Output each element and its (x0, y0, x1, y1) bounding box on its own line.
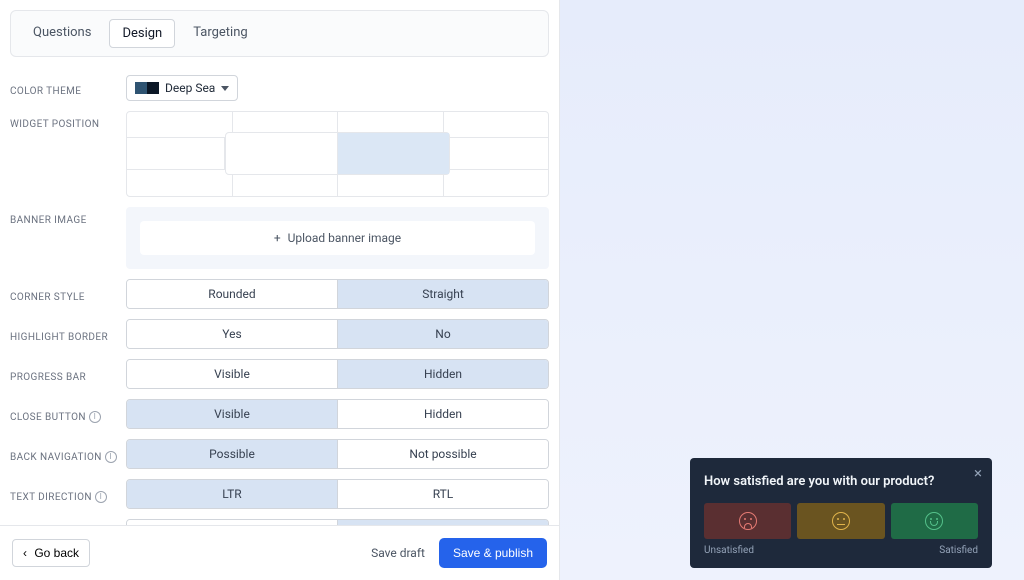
color-theme-select[interactable]: Deep Sea (126, 75, 238, 101)
close-icon[interactable]: × (974, 466, 982, 481)
tab-design[interactable]: Design (109, 19, 175, 48)
happy-face-icon (925, 512, 943, 530)
back-possible[interactable]: Possible (127, 440, 337, 468)
swatch-icon (147, 82, 159, 94)
text-rtl[interactable]: RTL (337, 480, 548, 508)
info-icon[interactable]: i (105, 451, 117, 463)
corner-style-toggle: Rounded Straight (126, 279, 549, 309)
corner-straight[interactable]: Straight (337, 280, 548, 308)
label-back-nav: BACK NAVIGATIONi (10, 444, 126, 465)
progress-hidden[interactable]: Hidden (337, 360, 548, 388)
position-center-group (225, 132, 450, 175)
tabs-bar: Questions Design Targeting (0, 0, 559, 57)
chevron-down-icon (221, 86, 229, 91)
survey-widget: × How satisfied are you with our product… (690, 458, 992, 568)
sad-face-icon (739, 512, 757, 530)
survey-options (704, 503, 978, 539)
position-cell[interactable] (450, 138, 548, 169)
close-button-toggle: Visible Hidden (126, 399, 549, 429)
tab-targeting[interactable]: Targeting (181, 19, 259, 48)
label-close-button: CLOSE BUTTONi (10, 404, 126, 425)
settings-panel: Questions Design Targeting COLOR THEME D… (0, 0, 560, 580)
label-highlight-border: HIGHLIGHT BORDER (10, 324, 126, 345)
close-hidden[interactable]: Hidden (337, 400, 548, 428)
plus-icon: + (274, 231, 281, 245)
close-visible[interactable]: Visible (127, 400, 337, 428)
go-back-label: Go back (34, 546, 79, 560)
label-text-direction: TEXT DIRECTIONi (10, 484, 126, 505)
tabs: Questions Design Targeting (10, 10, 549, 57)
text-ltr[interactable]: LTR (127, 480, 337, 508)
highlight-yes[interactable]: Yes (127, 320, 337, 348)
rating-unsatisfied[interactable] (704, 503, 791, 539)
text-direction-toggle: LTR RTL (126, 479, 549, 509)
widget-position-grid (126, 111, 549, 197)
preview-pane: × How satisfied are you with our product… (560, 0, 1024, 580)
neutral-face-icon (832, 512, 850, 530)
corner-rounded[interactable]: Rounded (127, 280, 337, 308)
position-cell[interactable] (127, 112, 233, 138)
progress-visible[interactable]: Visible (127, 360, 337, 388)
label-progress-bar: PROGRESS BAR (10, 364, 126, 385)
label-corner-style: CORNER STYLE (10, 284, 126, 305)
settings-scroll[interactable]: COLOR THEME Deep Sea WIDGET POSITION (0, 57, 559, 525)
survey-question: How satisfied are you with our product? (704, 474, 978, 489)
position-cell-selected[interactable] (338, 133, 449, 174)
position-cell[interactable] (444, 170, 549, 196)
highlight-no[interactable]: No (337, 320, 548, 348)
info-icon[interactable]: i (95, 491, 107, 503)
info-icon[interactable]: i (89, 411, 101, 423)
rating-neutral[interactable] (797, 503, 884, 539)
back-nav-toggle: Possible Not possible (126, 439, 549, 469)
tab-questions[interactable]: Questions (21, 19, 103, 48)
position-cell[interactable] (127, 170, 233, 196)
back-not-possible[interactable]: Not possible (337, 440, 548, 468)
position-cell[interactable] (127, 138, 225, 169)
chevron-left-icon: ‹ (23, 546, 27, 560)
label-banner-image: BANNER IMAGE (10, 207, 126, 228)
position-cell[interactable] (444, 112, 549, 138)
label-color-theme: COLOR THEME (10, 78, 126, 99)
label-widget-position: WIDGET POSITION (10, 111, 126, 132)
position-cell[interactable] (226, 133, 338, 174)
label-low: Unsatisfied (704, 545, 754, 556)
footer: ‹ Go back Save draft Save & publish (0, 525, 559, 580)
go-back-button[interactable]: ‹ Go back (12, 539, 90, 567)
swatch-icon (135, 82, 147, 94)
rating-satisfied[interactable] (891, 503, 978, 539)
upload-banner-button[interactable]: + Upload banner image (140, 221, 535, 255)
label-high: Satisfied (939, 545, 978, 556)
banner-upload-area: + Upload banner image (126, 207, 549, 269)
color-theme-value: Deep Sea (165, 81, 215, 95)
highlight-border-toggle: Yes No (126, 319, 549, 349)
progress-bar-toggle: Visible Hidden (126, 359, 549, 389)
upload-banner-label: Upload banner image (288, 231, 402, 245)
save-draft-button[interactable]: Save draft (371, 546, 425, 560)
survey-scale-labels: Unsatisfied Satisfied (704, 545, 978, 556)
save-publish-button[interactable]: Save & publish (439, 538, 547, 568)
